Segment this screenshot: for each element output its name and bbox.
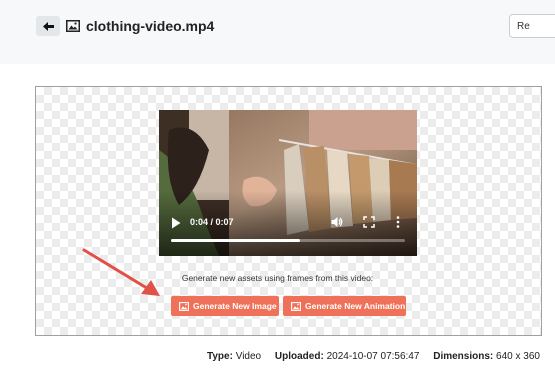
video-time-display: 0:04 / 0:07 (190, 217, 234, 227)
back-button[interactable] (36, 16, 60, 36)
fullscreen-icon[interactable] (363, 216, 375, 228)
arrow-left-icon (42, 21, 54, 31)
image-icon (291, 301, 301, 311)
file-title: clothing-video.mp4 (86, 18, 215, 34)
type-label: Type: (207, 351, 233, 362)
generate-animation-button[interactable]: Generate New Animation (283, 296, 406, 316)
dimensions-label: Dimensions: (433, 351, 494, 362)
header-bar: clothing-video.mp4 Re (0, 0, 555, 64)
file-metadata: Type: Video Uploaded: 2024-10-07 07:56:4… (207, 350, 540, 364)
uploaded-value: 2024-10-07 07:56:47 (326, 351, 420, 362)
dimensions-value: 640 x 360 (496, 351, 540, 362)
type-value: Video (235, 351, 262, 362)
generate-image-label: Generate New Image (193, 301, 277, 311)
video-progress-fill (171, 239, 300, 242)
generate-hint-text: Generate new assets using frames from th… (181, 273, 374, 283)
generate-animation-label: Generate New Animation (305, 301, 406, 311)
generate-image-button[interactable]: Generate New Image (171, 296, 279, 316)
video-player[interactable]: 0:04 / 0:07 (159, 110, 417, 256)
video-frame (159, 110, 417, 256)
uploaded-label: Uploaded: (274, 351, 324, 362)
volume-icon[interactable] (331, 216, 343, 228)
more-icon[interactable] (395, 215, 401, 229)
header-action-button[interactable]: Re (509, 14, 555, 38)
image-icon (179, 301, 189, 311)
image-icon (66, 20, 80, 32)
play-icon[interactable] (171, 217, 181, 229)
video-progress-bar[interactable] (171, 239, 405, 242)
